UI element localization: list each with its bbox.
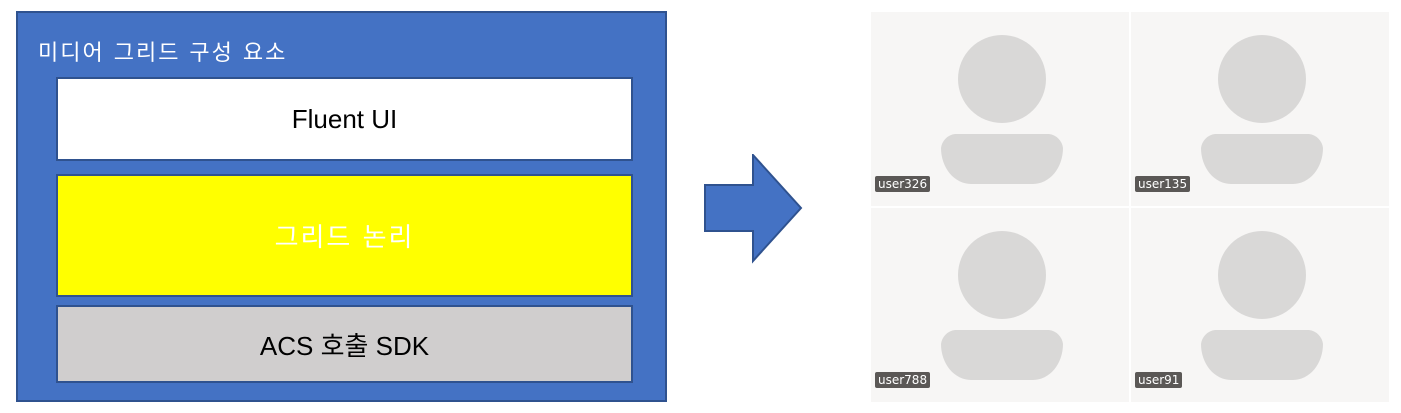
- person-avatar-icon: [1201, 35, 1323, 184]
- layer-fluent-ui: Fluent UI: [56, 77, 633, 161]
- right-arrow-icon: [704, 154, 803, 264]
- layer-grid-logic: 그리드 논리: [56, 174, 633, 297]
- video-tile[interactable]: user91: [1131, 208, 1389, 402]
- person-avatar-icon: [941, 231, 1063, 380]
- person-avatar-icon: [941, 35, 1063, 184]
- participant-name-label: user326: [875, 176, 931, 192]
- person-avatar-icon: [1201, 231, 1323, 380]
- participant-name-label: user135: [1135, 176, 1191, 192]
- video-tile[interactable]: user326: [871, 12, 1129, 206]
- video-tile[interactable]: user788: [871, 208, 1129, 402]
- layer-acs-calling-sdk: ACS 호출 SDK: [56, 305, 633, 383]
- participant-name-label: user91: [1135, 372, 1183, 388]
- participant-name-label: user788: [875, 372, 931, 388]
- video-tile[interactable]: user135: [1131, 12, 1389, 206]
- panel-title: 미디어 그리드 구성 요소: [38, 41, 288, 66]
- media-grid-components-panel: 미디어 그리드 구성 요소 Fluent UI 그리드 논리 ACS 호출 SD…: [16, 11, 667, 402]
- video-grid: user326 user135 user788 user91: [871, 12, 1389, 402]
